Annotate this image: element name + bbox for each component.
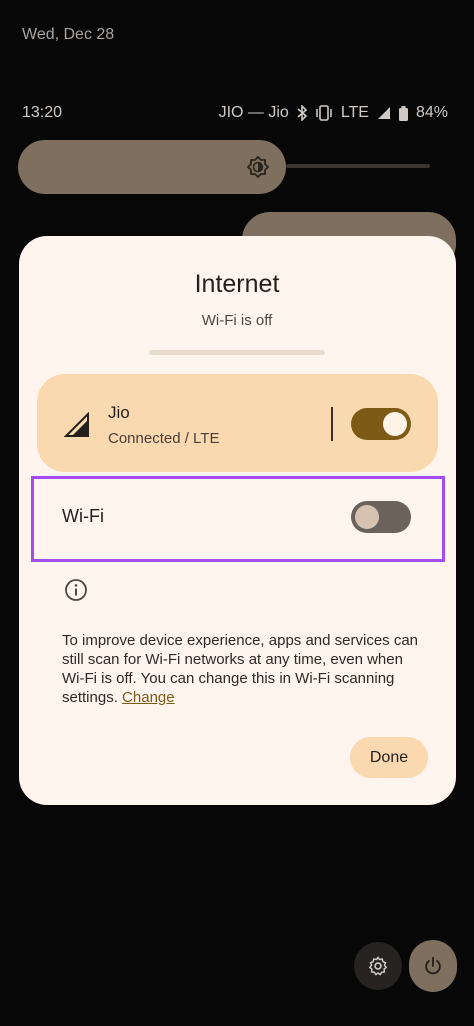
mobile-network-status: Connected / LTE [108, 430, 220, 447]
status-bar: 13:20 JIO — Jio LTE 84% [22, 102, 448, 124]
wifi-label: Wi-Fi [62, 506, 104, 526]
toggle-knob [355, 505, 379, 529]
mobile-data-toggle[interactable] [351, 408, 411, 440]
network-type: LTE [340, 104, 369, 121]
brightness-track[interactable] [286, 164, 430, 168]
power-icon [425, 956, 441, 975]
vibrate-icon [316, 105, 332, 121]
lockscreen-date: Wed, Dec 28 [22, 26, 115, 43]
battery-percent: 84% [415, 104, 448, 121]
signal-icon [64, 412, 89, 437]
power-button[interactable] [409, 940, 457, 992]
battery-icon [398, 105, 408, 121]
info-text: To improve device experience, apps and s… [62, 631, 422, 707]
wifi-toggle[interactable] [351, 501, 411, 533]
mobile-network-name: Jio [108, 403, 130, 422]
signal-status-icon [377, 107, 390, 119]
toggle-knob [383, 412, 407, 436]
settings-button[interactable] [354, 942, 402, 990]
bluetooth-icon [297, 105, 307, 121]
status-time: 13:20 [22, 104, 63, 121]
dialog-divider [149, 350, 325, 355]
status-icons: JIO — Jio LTE 84% [219, 104, 448, 122]
settings-icon [369, 956, 387, 976]
dialog-subtitle: Wi-Fi is off [201, 312, 273, 329]
done-button[interactable]: Done [350, 737, 428, 778]
info-description: To improve device experience, apps and s… [62, 632, 419, 706]
brightness-icon [246, 155, 270, 179]
change-link[interactable]: Change [122, 689, 175, 706]
info-icon [65, 579, 87, 601]
dialog-title: Internet [194, 270, 280, 298]
vertical-divider [331, 407, 333, 441]
carrier-label: JIO — Jio [218, 104, 289, 121]
